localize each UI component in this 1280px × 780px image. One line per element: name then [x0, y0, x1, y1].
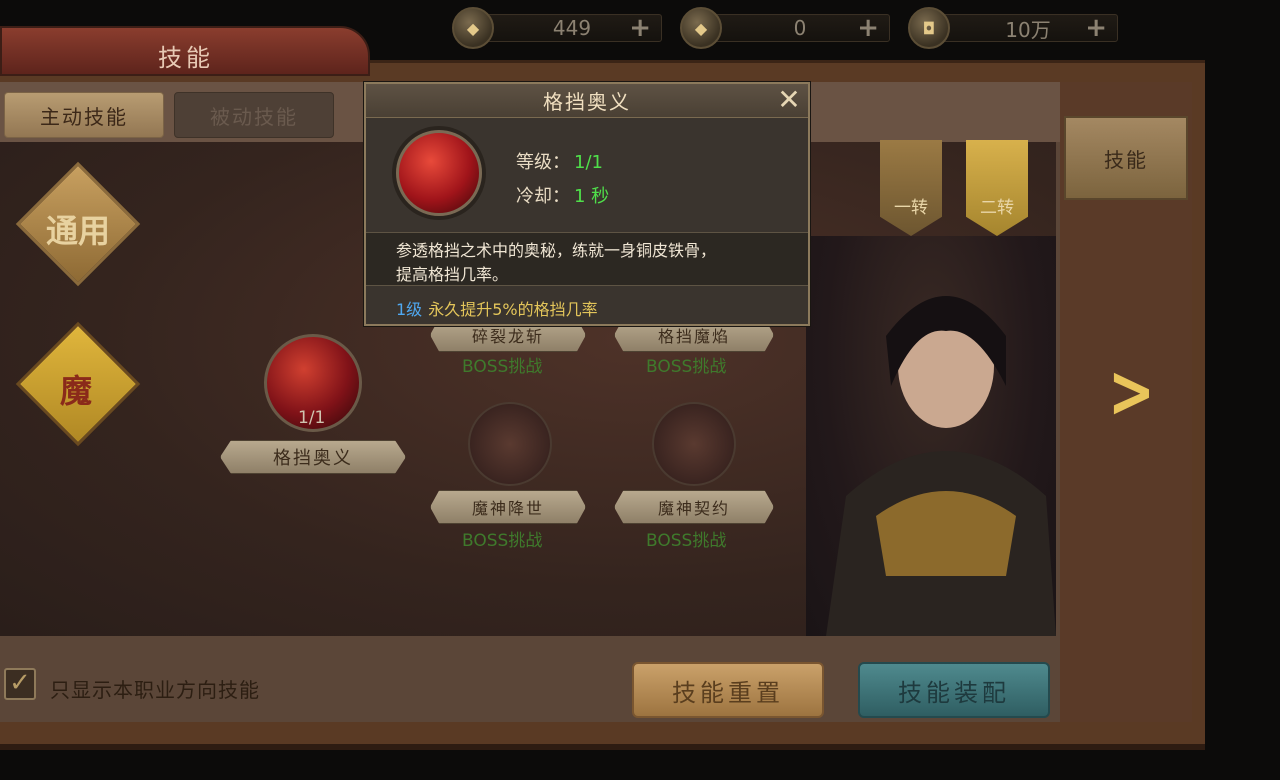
filter-label: 只显示本职业方向技能	[50, 678, 260, 702]
rank-first-label: 一转	[894, 198, 928, 218]
skill-block-mastery-level: 1/1	[298, 408, 326, 428]
filter-checkbox[interactable]: ✓	[4, 668, 36, 700]
popup-description: 参透格挡之术中的奥秘，练就一身铜皮铁骨， 提高格挡几率。	[366, 232, 808, 286]
sidebar-tab-skills[interactable]: 技能	[1064, 116, 1188, 200]
skill-block-flame-condition: BOSS挑战	[646, 357, 727, 377]
popup-cooldown-label: 冷却：	[516, 186, 570, 207]
bound-ingot-icon: ◆	[680, 7, 722, 49]
currency-gold-value: 449	[552, 16, 592, 40]
popup-level-row: 等级： 1/1	[516, 148, 603, 174]
popup-skill-icon	[396, 130, 482, 216]
gold-ingot-icon: ◆	[452, 7, 494, 49]
skill-demon-pact-condition: BOSS挑战	[646, 531, 727, 551]
skill-equip-button[interactable]: 技能装配	[858, 662, 1050, 718]
currency-bound-value: 0	[793, 16, 807, 40]
rank-second-label: 二转	[980, 198, 1014, 218]
currency-coin: ◘ 10万 +	[908, 7, 1118, 49]
currency-gold-box: 449 +	[482, 14, 662, 42]
skill-block-mastery-label[interactable]: 格挡奥义	[220, 440, 406, 474]
close-icon[interactable]: ✕	[774, 86, 804, 116]
skill-demon-descent-condition: BOSS挑战	[462, 531, 543, 551]
category-general-label: 通用	[46, 212, 111, 250]
add-coin-button[interactable]: +	[1085, 15, 1107, 41]
skill-reset-button[interactable]: 技能重置	[632, 662, 824, 718]
window-title: 技能	[158, 44, 214, 72]
tab-passive-skills[interactable]: 被动技能	[174, 92, 334, 138]
skill-detail-popup: 格挡奥义 ✕ 等级： 1/1 冷却： 1 秒 参透格挡之术中的奥秘，练就一身铜皮铁骨…	[364, 82, 810, 326]
popup-cooldown-row: 冷却： 1 秒	[516, 182, 609, 208]
category-demon-label: 魔	[60, 372, 93, 410]
add-gold-button[interactable]: +	[629, 15, 651, 41]
popup-description-line1: 参透格挡之术中的奥秘，练就一身铜皮铁骨，	[396, 241, 717, 260]
add-bound-button[interactable]: +	[857, 15, 879, 41]
skill-demon-descent-orb[interactable]	[468, 402, 552, 486]
currency-gold: ◆ 449 +	[452, 7, 662, 49]
currency-coin-value: 10万	[1005, 17, 1051, 42]
skill-demon-descent-label[interactable]: 魔神降世	[430, 490, 586, 524]
rank-first-badge[interactable]: 一转	[880, 140, 942, 236]
popup-effect-text: 永久提升5%的格挡几率	[428, 300, 598, 319]
popup-cooldown-value: 1 秒	[574, 186, 610, 207]
coin-icon: ◘	[908, 7, 950, 49]
currency-coin-box: 10万 +	[938, 14, 1118, 42]
tab-active-skills[interactable]: 主动技能	[4, 92, 164, 138]
skill-demon-pact-label[interactable]: 魔神契约	[614, 490, 774, 524]
popup-level-label: 等级：	[516, 152, 570, 173]
popup-effect-level: 1级	[396, 300, 423, 319]
popup-description-line2: 提高格挡几率。	[396, 265, 509, 284]
currency-bound: ◆ 0 +	[680, 7, 890, 49]
skill-demon-pact-orb[interactable]	[652, 402, 736, 486]
next-arrow-icon[interactable]: >	[1108, 350, 1155, 435]
character-portrait	[806, 236, 1056, 636]
skill-dragon-slash-condition: BOSS挑战	[462, 357, 543, 377]
popup-effect-row: 1级 永久提升5%的格挡几率	[396, 296, 598, 320]
popup-title: 格挡奥义	[366, 84, 808, 118]
currency-bound-box: 0 +	[710, 14, 890, 42]
rank-second-badge[interactable]: 二转	[966, 140, 1028, 236]
popup-level-value: 1/1	[574, 152, 603, 173]
character-silhouette	[826, 296, 1056, 636]
